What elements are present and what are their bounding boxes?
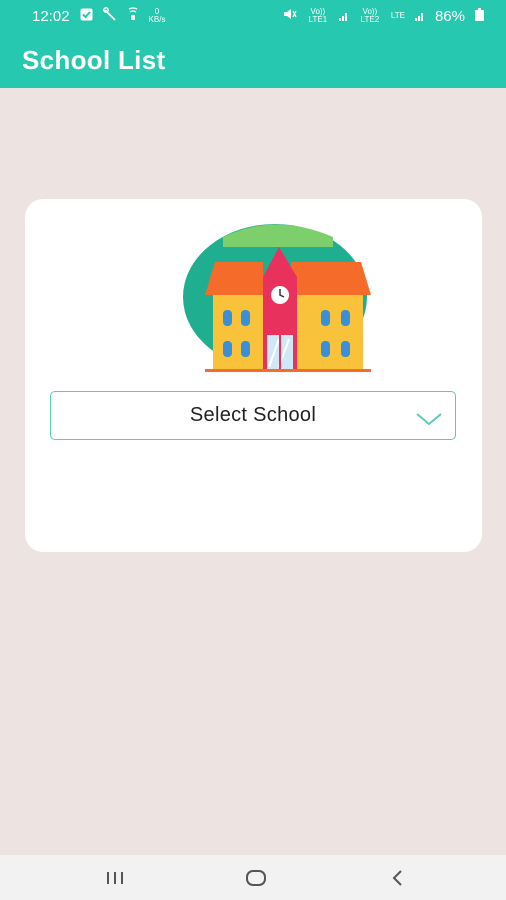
data-speed-unit: KB/s [148, 15, 166, 24]
back-icon[interactable] [383, 867, 413, 889]
home-icon[interactable] [241, 867, 271, 889]
school-dropdown[interactable]: Select School [50, 391, 456, 440]
checkbox-notification-icon [80, 8, 93, 25]
signal-1-icon [338, 8, 349, 25]
app-bar: School List [0, 32, 506, 88]
status-bar-left: 12:02 0 KB/s [32, 7, 165, 25]
status-bar-right: Vo)) LTE1 Vo)) LTE2 LTE 86% [283, 7, 484, 25]
mute-icon [283, 7, 297, 25]
lte-label: LTE [390, 11, 405, 20]
school-select-card: Select School [25, 199, 482, 552]
signal-2-label: Vo)) LTE2 [360, 7, 380, 24]
wrench-notification-icon [102, 7, 117, 25]
school-building-icon [183, 217, 373, 373]
battery-icon [475, 7, 484, 25]
system-nav-bar [0, 855, 506, 900]
status-time: 12:02 [32, 7, 70, 25]
signal-1-label: Vo)) LTE1 [308, 7, 328, 24]
status-bar: 12:02 0 KB/s Vo)) LTE1 Vo)) LTE2 LTE 86% [0, 0, 506, 32]
signal-2-icon [414, 8, 425, 25]
chevron-down-icon [415, 411, 443, 427]
school-dropdown-value: Select School [189, 404, 317, 426]
page-title: School List [22, 44, 166, 75]
data-speed-indicator: 0 KB/s [149, 8, 166, 24]
battery-percent: 86% [434, 7, 465, 25]
wifi-call-notification-icon [127, 7, 139, 25]
recents-icon[interactable] [100, 867, 130, 889]
